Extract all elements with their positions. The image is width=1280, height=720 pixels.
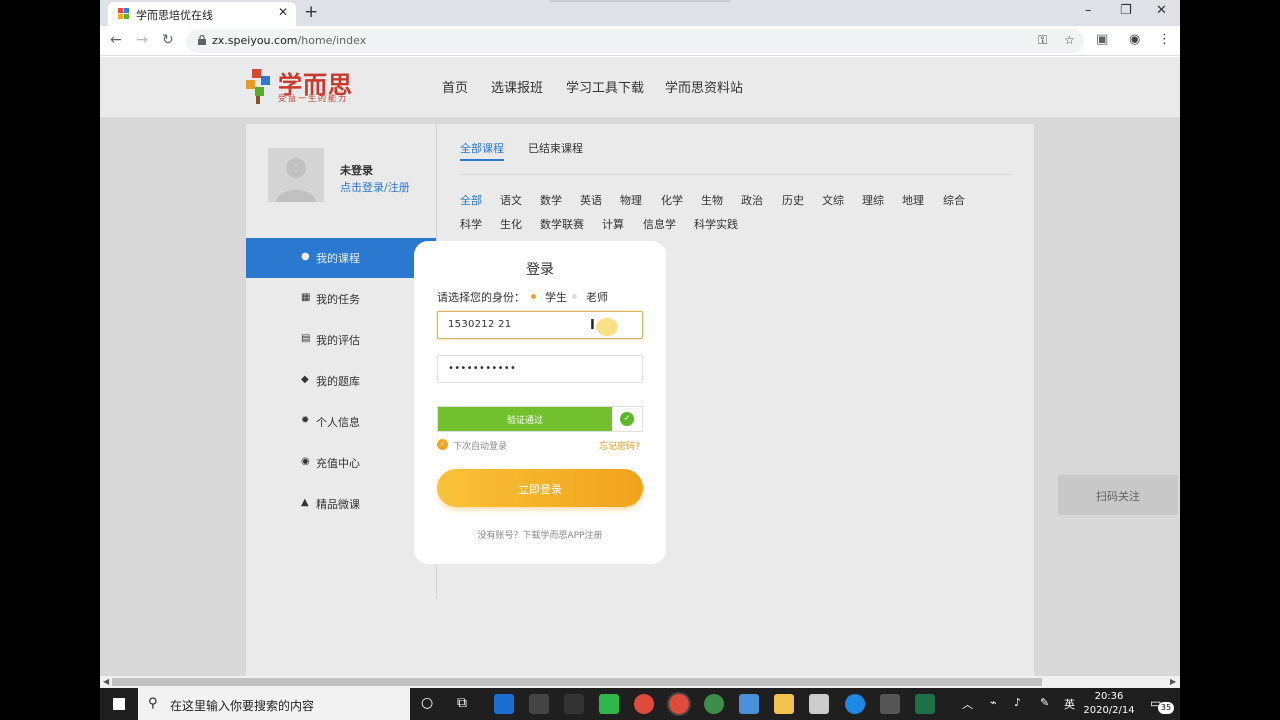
login-dialog: 登录 请选择您的身份： 学生 老师 1530212 21 •••••••••••…	[414, 241, 666, 564]
system-clock[interactable]: 20:36 2020/2/14	[1080, 690, 1138, 718]
scroll-left-icon[interactable]: ◀	[103, 677, 109, 686]
browser-toolbar: ← → ↻ zx.speiyou.com/home/index ⚿ ☆ ▣ ◉ …	[100, 26, 1180, 56]
chrome-icon[interactable]	[669, 694, 689, 714]
browser-alt-icon[interactable]	[704, 694, 724, 714]
remember-me-checkbox[interactable]: ✓	[437, 439, 448, 450]
clock-time: 20:36	[1094, 691, 1124, 702]
restore-button[interactable]: ❐	[1120, 3, 1132, 18]
profile-icon[interactable]: ◉	[1129, 32, 1140, 47]
login-submit-label: 立即登录	[518, 483, 562, 496]
cluster-icon[interactable]	[880, 694, 900, 714]
tab-title: 学而思培优在线	[136, 9, 213, 22]
phone-value: 1530212 21	[448, 319, 512, 330]
store-icon[interactable]	[529, 694, 549, 714]
tab-strip: 学而思培优在线 ✕ + – ❐ ✕	[100, 0, 1180, 26]
close-window-button[interactable]: ✕	[1156, 3, 1167, 18]
tray-chevron-icon[interactable]: ︿	[962, 696, 973, 712]
wechat-icon[interactable]	[599, 694, 619, 714]
pen-icon[interactable]: ✎	[1040, 696, 1049, 709]
bookmark-star-icon[interactable]: ☆	[1064, 33, 1075, 47]
key-icon[interactable]: ⚿	[1038, 33, 1047, 48]
horizontal-scrollbar[interactable]: ◀ ▶	[100, 676, 1180, 688]
lock-icon	[198, 35, 206, 45]
text-cursor-icon: I	[590, 318, 595, 333]
network-icon[interactable]: ⌁	[990, 696, 997, 709]
cursor-highlight	[596, 318, 618, 336]
edge-icon[interactable]	[494, 694, 514, 714]
role-student-radio[interactable]	[531, 294, 536, 299]
volume-muted-icon[interactable]: ♪	[1014, 696, 1021, 709]
cortana-icon[interactable]: ○	[421, 695, 433, 711]
notification-count: 35	[1158, 702, 1174, 714]
mail-icon[interactable]	[564, 694, 584, 714]
role-teacher-label[interactable]: 老师	[586, 289, 608, 305]
start-button[interactable]	[100, 688, 138, 720]
back-icon[interactable]: ←	[110, 32, 122, 48]
menu-icon[interactable]: ⋮	[1158, 32, 1171, 47]
password-value: •••••••••••	[448, 363, 517, 374]
scroll-right-icon[interactable]: ▶	[1170, 677, 1176, 686]
feishu-icon[interactable]	[739, 694, 759, 714]
forward-icon[interactable]: →	[136, 32, 148, 48]
browser-tab[interactable]: 学而思培优在线 ✕	[108, 2, 296, 26]
task-view-icon[interactable]: ⧉	[457, 695, 467, 711]
excel-icon[interactable]	[915, 694, 935, 714]
windows-logo-icon	[113, 698, 125, 710]
scrollbar-thumb[interactable]	[112, 678, 1042, 686]
role-teacher-radio[interactable]	[572, 294, 577, 299]
minimize-button[interactable]: –	[1085, 3, 1092, 18]
login-submit-button[interactable]: 立即登录	[437, 469, 643, 507]
ime-indicator[interactable]: 英	[1064, 696, 1075, 712]
check-icon: ✓	[620, 412, 634, 426]
password-field[interactable]: •••••••••••	[437, 355, 643, 383]
extension-icon[interactable]: ▣	[1096, 32, 1108, 47]
url-text: zx.speiyou.com/home/index	[212, 34, 367, 47]
role-prompt: 请选择您的身份：	[437, 291, 525, 304]
search-placeholder: 在这里输入你要搜索的内容	[170, 699, 315, 713]
tab-strip-edge	[550, 0, 730, 2]
register-hint[interactable]: 没有账号？下载学而思APP注册	[414, 528, 666, 541]
app-color-icon[interactable]	[634, 694, 654, 714]
taskbar: ⚲ 在这里输入你要搜索的内容 ○ ⧉ ︿ ⌁ ♪ ✎ 英 20:36 2020/…	[100, 688, 1180, 720]
verify-status: 验证通过	[506, 416, 543, 426]
tab-close-icon[interactable]: ✕	[278, 5, 288, 19]
login-title: 登录	[526, 262, 554, 278]
screen: 学而思培优在线 ✕ + – ❐ ✕ ← → ↻ zx.speiyou.com/h…	[0, 0, 1280, 720]
slider-verification[interactable]: 验证通过 ✓	[437, 406, 643, 432]
verify-progress-bar: 验证通过	[438, 407, 612, 431]
search-icon: ⚲	[148, 696, 158, 711]
reload-icon[interactable]: ↻	[162, 32, 174, 48]
installer-icon[interactable]	[809, 694, 829, 714]
taskbar-search[interactable]: ⚲ 在这里输入你要搜索的内容	[138, 688, 410, 720]
site-favicon-icon	[118, 8, 129, 19]
role-student-label[interactable]: 学生	[545, 289, 567, 305]
new-tab-button[interactable]: +	[304, 2, 318, 22]
forgot-password-link[interactable]: 忘记密码?	[599, 439, 640, 452]
ie-icon[interactable]	[845, 694, 865, 714]
address-bar[interactable]: zx.speiyou.com/home/index ⚿ ☆	[186, 29, 1084, 53]
file-explorer-icon[interactable]	[774, 694, 794, 714]
remember-me-label[interactable]: 下次自动登录	[453, 439, 507, 452]
clock-date: 2020/2/14	[1083, 705, 1135, 716]
